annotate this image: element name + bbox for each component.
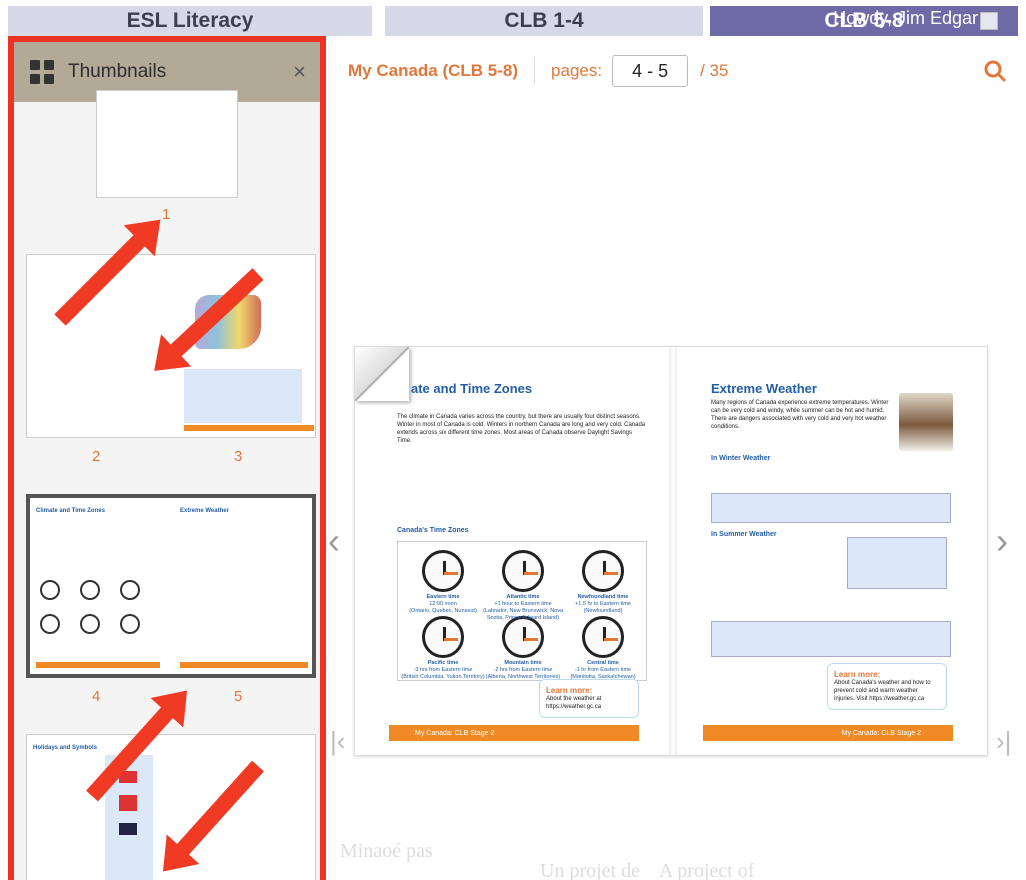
divider: [534, 57, 536, 85]
learn-more-box-right: Learn more: About Canada's weather and h…: [827, 663, 947, 710]
right-page: Extreme Weather Many regions of Canada e…: [677, 347, 987, 755]
avatar[interactable]: [980, 12, 998, 30]
tz-newfoundland: Newfoundland time +1.5 hr to Eastern time…: [575, 594, 631, 614]
app-root: ESL Literacy CLB 1-4 CLB 5-8 Howdy, Jim …: [0, 0, 1026, 880]
tz-pacific: Pacific time -3 hrs from Eastern time (Bri…: [401, 660, 485, 680]
pacific-clock: [422, 616, 464, 658]
wind-chill-table: [711, 493, 951, 523]
winter-heading: In Winter Weather: [711, 455, 771, 462]
left-footer-text: My Canada: CLB Stage 2: [415, 729, 495, 737]
grid-icon: [30, 60, 54, 84]
eastern-clock: [422, 550, 464, 592]
summer-heading: In Summer Weather: [711, 531, 777, 538]
tz-mountain: Mountain time -2 hrs from Eastern time (Al…: [485, 660, 561, 680]
thumbnail-page-1[interactable]: [96, 90, 238, 198]
page-input[interactable]: 4 - 5: [612, 55, 689, 87]
next-page-button[interactable]: ›: [996, 520, 1008, 562]
faded-background-text: Minaoé pas: [340, 840, 433, 862]
user-greeting[interactable]: Howdy, Jim Edgar: [833, 8, 978, 29]
thumbnail-page-4-5[interactable]: Climate and Time Zones Extreme Weather: [26, 494, 316, 678]
tab-clb-1-4[interactable]: CLB 1-4: [385, 6, 703, 36]
page-spread[interactable]: ate and Time Zones The climate in Canada…: [354, 346, 988, 756]
left-page-text: The climate in Canada varies across the …: [397, 414, 646, 444]
tab-esl-literacy[interactable]: ESL Literacy: [8, 6, 372, 36]
viewer-toolbar: My Canada (CLB 5-8) pages: 4 - 5 / 35: [348, 55, 1008, 87]
thumbnail-label-3: 3: [234, 448, 243, 465]
atlantic-clock: [502, 550, 544, 592]
learn-more-title: Learn more:: [834, 670, 881, 679]
prev-page-button[interactable]: ‹: [328, 520, 340, 562]
left-page-footer: My Canada: CLB Stage 2: [389, 725, 639, 741]
learn-more-box-left: Learn more: About the weather at https:/…: [539, 679, 639, 718]
thumbnail-label-1: 1: [162, 206, 171, 223]
thumbnails-panel: Thumbnails × 1 2 3 Climate and Time Zone…: [8, 36, 326, 880]
learn-more-text[interactable]: About the weather at https://weather.gc.…: [546, 695, 632, 711]
thumbnail-label-2: 2: [92, 448, 101, 465]
close-icon[interactable]: ×: [293, 59, 306, 85]
learn-more-text[interactable]: About Canada's weather and how to preven…: [834, 679, 940, 703]
thumbnail-label-5: 5: [234, 688, 243, 705]
left-page: ate and Time Zones The climate in Canada…: [355, 347, 669, 755]
humidex-table: [847, 537, 947, 589]
level-tabs: ESL Literacy CLB 1-4 CLB 5-8 Howdy, Jim …: [0, 0, 1026, 36]
tz-eastern: Eastern time 12:00 noon (Ontario, Quebec, …: [409, 594, 477, 614]
time-zones-grid: Eastern time 12:00 noon (Ontario, Quebec, …: [397, 541, 647, 681]
first-page-button[interactable]: |‹: [330, 726, 345, 757]
right-page-title: Extreme Weather: [711, 381, 817, 396]
thumbnail-list[interactable]: 1 2 3 Climate and Time Zones Extreme Wea…: [14, 90, 320, 880]
page-total: / 35: [700, 61, 729, 80]
pages-label: pages:: [551, 61, 603, 80]
book-title: My Canada (CLB 5-8): [348, 61, 519, 80]
central-clock: [582, 616, 624, 658]
page-curl[interactable]: [355, 347, 409, 401]
right-page-footer: My Canada: CLB Stage 2: [703, 725, 953, 741]
uv-index-table: [711, 621, 951, 657]
left-page-title: ate and Time Zones: [411, 381, 533, 396]
tz-atlantic: Atlantic time +1 hour to Eastern time (Lab…: [482, 594, 564, 621]
right-footer-text: My Canada: CLB Stage 2: [841, 729, 921, 737]
right-page-text: Many regions of Canada experience extrem…: [711, 400, 889, 430]
spine: [669, 347, 677, 755]
thumbnails-title: Thumbnails: [68, 61, 167, 82]
search-icon[interactable]: [982, 58, 1008, 84]
mountain-clock: [502, 616, 544, 658]
weather-photo: [899, 393, 953, 451]
last-page-button[interactable]: ›|: [996, 726, 1011, 757]
tz-central: Central time -1 hr from Eastern time (Mani…: [570, 660, 636, 680]
thumbnail-label-4: 4: [92, 688, 101, 705]
faded-background-text: Un projet de A project of: [540, 860, 755, 880]
time-zones-heading: Canada's Time Zones: [397, 527, 469, 534]
learn-more-title: Learn more:: [546, 686, 593, 695]
newfoundland-clock: [582, 550, 624, 592]
